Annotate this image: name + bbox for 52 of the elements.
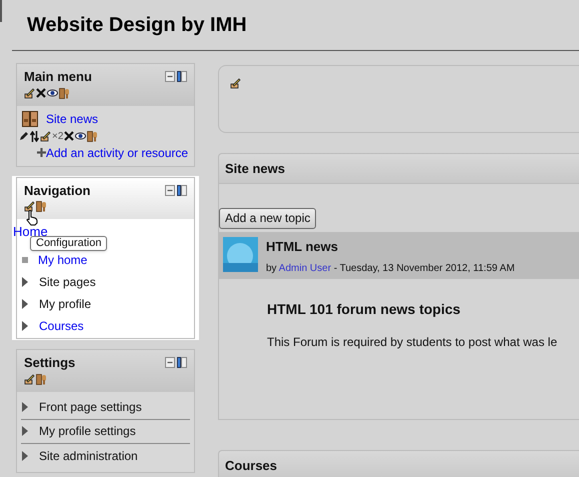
move-icon[interactable]	[36, 201, 47, 212]
block-controls-icon[interactable]	[165, 357, 187, 368]
block-title: Main menu	[24, 68, 92, 86]
activity-link[interactable]: Site news	[46, 110, 98, 128]
collapsed-triangle-icon[interactable]	[22, 277, 28, 287]
delete-icon[interactable]	[64, 131, 74, 141]
delete-icon[interactable]	[36, 88, 46, 98]
nav-link[interactable]: Front page settings	[39, 398, 142, 416]
bullet-icon	[22, 257, 28, 263]
block-title: Navigation	[24, 182, 90, 200]
block-controls-icon[interactable]	[165, 71, 187, 82]
eye-icon[interactable]	[47, 89, 58, 97]
block-controls-icon[interactable]	[165, 184, 187, 196]
collapsed-triangle-icon[interactable]	[22, 450, 28, 460]
eye-icon[interactable]	[75, 132, 86, 140]
up-down-arrows-icon[interactable]	[30, 130, 39, 142]
edit-icon[interactable]	[40, 130, 51, 142]
move-icon[interactable]	[87, 130, 98, 142]
nav-link[interactable]: My profile	[39, 295, 92, 313]
avatar	[223, 237, 258, 272]
nav-link[interactable]: Courses	[39, 317, 84, 335]
collapsed-triangle-icon[interactable]	[22, 426, 28, 436]
add-activity-link[interactable]: Add an activity or resource	[46, 144, 188, 162]
section-title: Site news	[225, 160, 285, 178]
edit-icon[interactable]	[24, 88, 35, 98]
move-icon[interactable]	[59, 88, 70, 98]
collapsed-triangle-icon[interactable]	[22, 402, 28, 412]
edit-icon[interactable]	[230, 78, 241, 89]
pencil-icon[interactable]	[19, 131, 29, 141]
nav-link[interactable]: My home	[38, 251, 88, 269]
indent-count: ×2	[52, 130, 64, 144]
post-body: This Forum is required by students to post what was le	[267, 334, 558, 351]
block-title: Settings	[24, 354, 76, 372]
add-topic-button[interactable]: Add a new topic	[219, 208, 316, 228]
collapsed-triangle-icon[interactable]	[22, 299, 28, 309]
nav-link[interactable]: Site pages	[39, 273, 96, 291]
nav-link[interactable]: Site administration	[39, 446, 138, 464]
tooltip: Configuration	[30, 236, 108, 250]
move-icon[interactable]	[36, 374, 47, 384]
post-subject: HTML news	[266, 238, 339, 256]
author-link[interactable]: Admin User	[278, 262, 332, 274]
post-byline: by Admin User - Tuesday, 13 November 2012, 11:59 AM	[266, 262, 515, 276]
site-title: Website Design by IMH	[27, 13, 247, 38]
section-title: Courses	[225, 457, 278, 476]
nav-link[interactable]: My profile settings	[39, 422, 136, 440]
pointer-cursor-icon	[26, 210, 38, 226]
plus-icon	[37, 148, 46, 157]
collapsed-triangle-icon[interactable]	[22, 321, 28, 331]
post-title: HTML 101 forum news topics	[267, 300, 462, 319]
forum-icon	[22, 110, 38, 126]
edit-icon[interactable]	[24, 201, 35, 212]
edit-icon[interactable]	[24, 374, 35, 384]
